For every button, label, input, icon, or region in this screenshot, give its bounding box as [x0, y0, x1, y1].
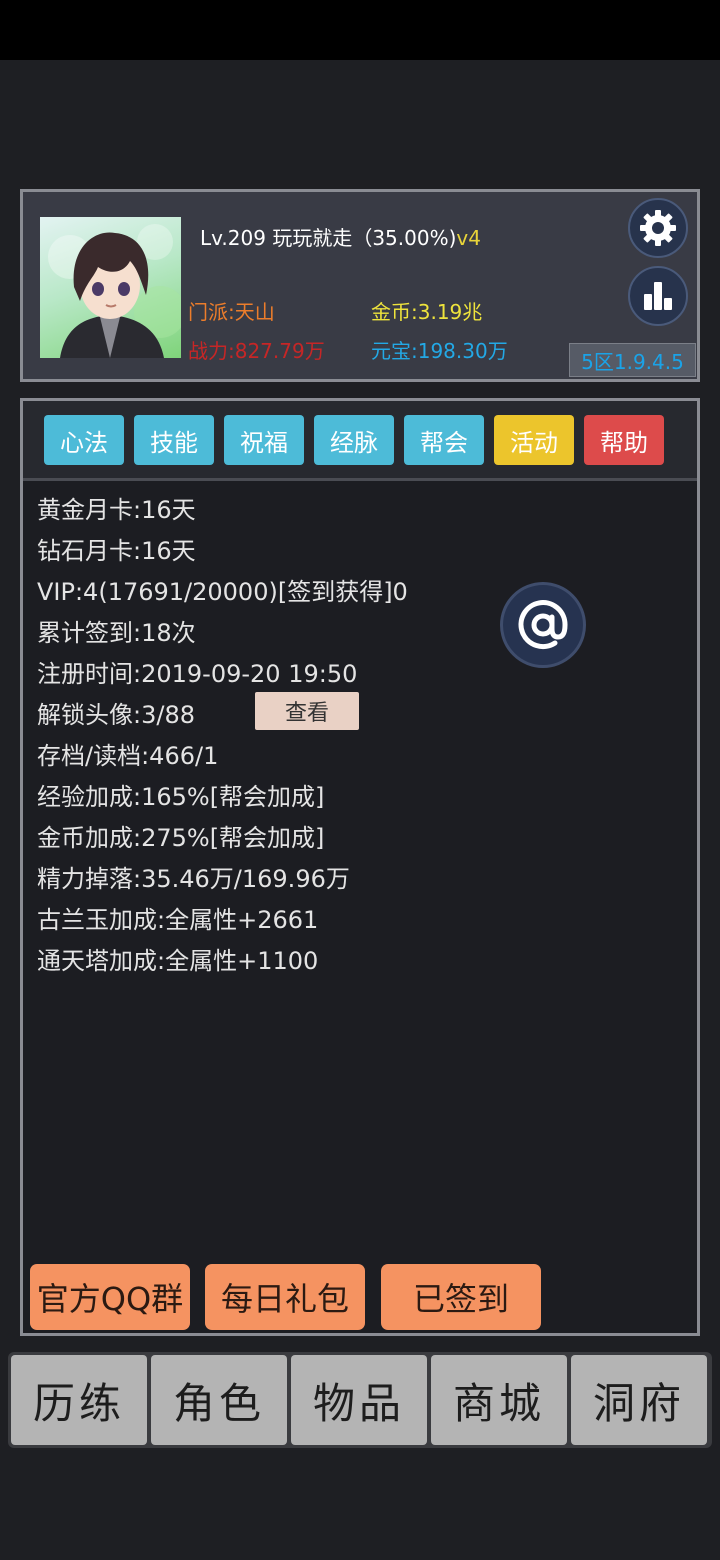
bar-chart-icon [644, 282, 672, 310]
gold-bonus: 金币加成:275%[帮会加成] [37, 824, 325, 852]
nav-shop[interactable]: 商城 [431, 1355, 567, 1445]
gold-stat: 金币:3.19兆 [371, 300, 483, 324]
bottom-nav: 历练 角色 物品 商城 洞府 [8, 1352, 712, 1448]
mail-button[interactable] [500, 582, 586, 668]
save-load-count: 存档/读档:466/1 [37, 742, 219, 770]
avatar-portrait [48, 224, 181, 358]
level-line: Lv.209 玩玩就走（35.00%)v4 [200, 222, 481, 251]
view-avatars-button[interactable]: 查看 [255, 692, 359, 730]
tab-help[interactable]: 帮助 [584, 415, 664, 465]
gear-icon [640, 210, 676, 246]
nav-items[interactable]: 物品 [291, 1355, 427, 1445]
tab-events[interactable]: 活动 [494, 415, 574, 465]
signed-in-button[interactable]: 已签到 [381, 1264, 541, 1330]
exp-bonus: 经验加成:165%[帮会加成] [37, 783, 325, 811]
status-bar [0, 0, 720, 60]
tab-guild[interactable]: 帮会 [404, 415, 484, 465]
nav-cave[interactable]: 洞府 [571, 1355, 707, 1445]
qq-group-button[interactable]: 官方QQ群 [30, 1264, 190, 1330]
gulan-jade-bonus: 古兰玉加成:全属性+2661 [37, 906, 319, 934]
daily-gift-button[interactable]: 每日礼包 [205, 1264, 365, 1330]
gold-monthly-card: 黄金月卡:16天 [37, 496, 196, 524]
energy-drop: 精力掉落:35.46万/169.96万 [37, 865, 350, 893]
info-list: 黄金月卡:16天 钻石月卡:16天 VIP:4(17691/20000)[签到获… [37, 490, 408, 982]
tongtian-tower-bonus: 通天塔加成:全属性+1100 [37, 947, 319, 975]
level-text: Lv.209 玩玩就走（35.00%) [200, 226, 457, 250]
sect-stat: 门派:天山 [188, 300, 275, 324]
main-panel: 心法 技能 祝福 经脉 帮会 活动 帮助 黄金月卡:16天 钻石月卡:16天 V… [20, 398, 700, 1336]
tab-strip: 心法 技能 祝福 经脉 帮会 活动 帮助 [23, 401, 697, 481]
tab-meridians[interactable]: 经脉 [314, 415, 394, 465]
profile-panel: Lv.209 玩玩就走（35.00%)v4 门派:天山 金币:3.19兆 战力:… [20, 189, 700, 382]
nav-training[interactable]: 历练 [11, 1355, 147, 1445]
vip-progress: VIP:4(17691/20000)[签到获得]0 [37, 578, 408, 606]
ranking-button[interactable] [628, 266, 688, 326]
register-time: 注册时间:2019-09-20 19:50 [37, 660, 358, 688]
server-badge: 5区1.9.4.5 [569, 343, 696, 377]
power-stat: 战力:827.79万 [188, 339, 325, 363]
settings-button[interactable] [628, 198, 688, 258]
ingot-stat: 元宝:198.30万 [371, 339, 508, 363]
diamond-monthly-card: 钻石月卡:16天 [37, 537, 196, 565]
tab-blessing[interactable]: 祝福 [224, 415, 304, 465]
total-sign-in: 累计签到:18次 [37, 619, 196, 647]
tab-mind-method[interactable]: 心法 [44, 415, 124, 465]
nav-character[interactable]: 角色 [151, 1355, 287, 1445]
tab-skills[interactable]: 技能 [134, 415, 214, 465]
vip-tag: v4 [456, 226, 481, 250]
at-mail-icon [518, 600, 568, 650]
avatar[interactable] [40, 217, 181, 358]
